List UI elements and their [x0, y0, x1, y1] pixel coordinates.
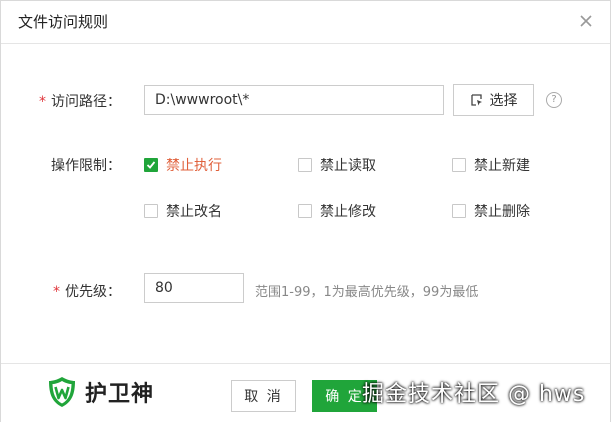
- shield-logo-icon: [49, 377, 75, 407]
- checkbox[interactable]: [298, 158, 312, 172]
- option-label: 禁止改名: [166, 204, 222, 220]
- cancel-button[interactable]: 取 消: [231, 380, 296, 412]
- dialog-titlebar: 文件访问规则: [1, 1, 610, 44]
- checkbox[interactable]: [298, 204, 312, 218]
- required-mark: *: [53, 284, 60, 300]
- logo: 护卫神: [47, 376, 154, 408]
- priority-label: * 优先级：: [53, 281, 121, 301]
- priority-label-text: 优先级：: [65, 284, 121, 300]
- option-label: 禁止新建: [474, 158, 530, 174]
- checkbox[interactable]: [144, 204, 158, 218]
- option-forbid-create[interactable]: 禁止新建: [452, 155, 530, 175]
- help-icon[interactable]: ?: [546, 92, 562, 108]
- option-forbid-execute[interactable]: 禁止执行: [144, 155, 222, 175]
- logo-text: 护卫神: [85, 382, 155, 407]
- option-forbid-delete[interactable]: 禁止删除: [452, 201, 530, 221]
- option-forbid-modify[interactable]: 禁止修改: [298, 201, 376, 221]
- close-icon[interactable]: [576, 11, 596, 31]
- option-label: 禁止读取: [320, 158, 376, 174]
- dialog-title: 文件访问规则: [18, 13, 109, 31]
- file-access-rule-dialog: 文件访问规则 * 访问路径： 选择 ? 操作限制： 禁止执行 禁止读取: [0, 0, 611, 422]
- folder-select-icon: [470, 94, 482, 106]
- option-label: 禁止修改: [320, 204, 376, 220]
- checkbox[interactable]: [452, 158, 466, 172]
- checkbox[interactable]: [452, 204, 466, 218]
- required-mark: *: [39, 94, 46, 110]
- option-label: 禁止执行: [166, 158, 222, 174]
- option-forbid-rename[interactable]: 禁止改名: [144, 201, 222, 221]
- restrictions-label: 操作限制：: [51, 158, 121, 174]
- path-input[interactable]: [144, 85, 444, 115]
- checkmark-icon: [146, 161, 156, 169]
- checkbox-checked[interactable]: [144, 158, 158, 172]
- path-label: * 访问路径：: [39, 91, 121, 111]
- path-label-text: 访问路径：: [51, 94, 121, 110]
- select-button[interactable]: 选择: [453, 84, 534, 116]
- watermark: 掘金技术社区 @ hws: [362, 382, 586, 407]
- option-forbid-read[interactable]: 禁止读取: [298, 155, 376, 175]
- option-label: 禁止删除: [474, 204, 530, 220]
- priority-input[interactable]: [144, 273, 244, 303]
- select-button-label: 选择: [489, 93, 518, 109]
- priority-hint: 范围1-99，1为最高优先级，99为最低: [255, 285, 479, 300]
